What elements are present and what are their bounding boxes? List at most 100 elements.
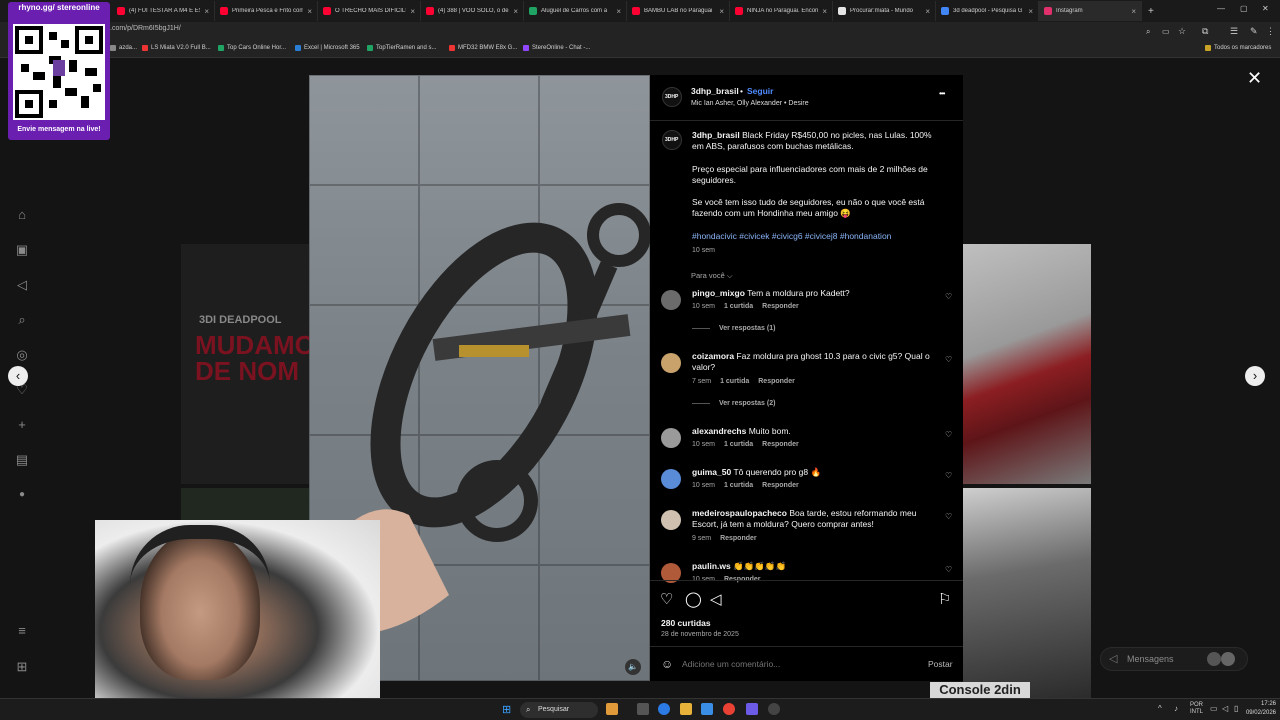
browser-tab[interactable]: Procurar:miata - Mundo × — [833, 1, 936, 21]
reply-button[interactable]: Responder — [762, 303, 799, 310]
close-modal-icon[interactable]: ✕ — [1247, 68, 1262, 89]
tab-close-icon[interactable]: × — [513, 7, 518, 16]
background-post-gauge[interactable] — [963, 488, 1091, 698]
comment-icon[interactable]: ◯ — [685, 590, 702, 608]
direct-icon[interactable]: ◁ — [14, 277, 30, 293]
comment-like-icon[interactable]: ♡ — [945, 355, 952, 364]
comment-like-icon[interactable]: ♡ — [945, 471, 952, 480]
task-view-icon[interactable] — [637, 703, 649, 715]
bookmark-item[interactable]: Top Cars Online Hor... — [218, 45, 286, 51]
new-tab-icon[interactable]: + — [1148, 6, 1154, 17]
tab-close-icon[interactable]: × — [925, 7, 930, 16]
commenter-username[interactable]: alexandrechs — [692, 426, 746, 436]
window-close-icon[interactable]: ✕ — [1262, 4, 1269, 13]
profile-icon[interactable]: ☰ — [1230, 26, 1238, 37]
view-replies-button[interactable]: Ver respostas (2) — [692, 400, 775, 407]
previous-post-icon[interactable]: ‹ — [8, 366, 28, 386]
meta-apps-icon[interactable]: ⊞ — [14, 659, 30, 675]
tab-close-icon[interactable]: × — [1028, 7, 1033, 16]
tab-close-icon[interactable]: × — [616, 7, 621, 16]
all-bookmarks-folder[interactable]: Todos os marcadores — [1205, 45, 1271, 51]
tray-chevron-icon[interactable]: ^ — [1158, 704, 1162, 713]
caption-username[interactable]: 3dhp_brasil — [692, 130, 740, 140]
bookmark-star-icon[interactable]: ☆ — [1178, 26, 1186, 37]
audio-credit[interactable]: Mic Ian Asher, Olly Alexander • Desire — [691, 100, 809, 107]
reply-button[interactable]: Responder — [720, 535, 757, 542]
edge-icon[interactable] — [658, 703, 670, 715]
comment-likes[interactable]: 1 curtida — [724, 482, 753, 489]
next-post-icon[interactable]: › — [1245, 366, 1265, 386]
file-explorer-icon[interactable] — [680, 703, 692, 715]
author-avatar[interactable]: 3DHP — [662, 87, 682, 107]
browser-tab[interactable]: 3d deadpool - Pesquisa G × — [936, 1, 1039, 21]
url-field[interactable]: .com/p/DRm6I5bgJ1H/ — [110, 25, 181, 32]
caption-avatar[interactable]: 3DHP — [662, 130, 682, 150]
cast-icon[interactable]: ▭ — [1162, 27, 1170, 36]
post-comment-button[interactable]: Postar — [928, 659, 953, 670]
comment-likes[interactable]: 1 curtida — [724, 441, 753, 448]
comment-like-icon[interactable]: ♡ — [945, 292, 952, 301]
messages-pill[interactable]: ◁ Mensagens — [1100, 647, 1248, 671]
reply-button[interactable]: Responder — [762, 482, 799, 489]
tab-close-icon[interactable]: × — [719, 7, 724, 16]
menu-icon[interactable]: ⋮ — [1266, 26, 1275, 37]
create-icon[interactable]: + — [14, 417, 30, 433]
reply-button[interactable]: Responder — [758, 378, 795, 385]
comment-input[interactable] — [682, 657, 902, 671]
network-icon[interactable]: ▭ — [1210, 704, 1218, 713]
bookmark-item[interactable]: StereOnline - Chat -... — [523, 45, 590, 51]
commenter-username[interactable]: guima_50 — [692, 467, 731, 477]
taskbar-search[interactable]: ⌕ Pesquisar — [520, 702, 598, 718]
commenter-avatar[interactable] — [661, 428, 681, 448]
bookmark-item[interactable]: Excel | Microsoft 365 — [295, 45, 360, 51]
commenter-avatar[interactable] — [661, 469, 681, 489]
bookmark-item[interactable]: MFD32 BMW E8x G... — [449, 45, 517, 51]
browser-tab[interactable]: Instagram × — [1039, 1, 1142, 21]
commenter-username[interactable]: paulin.ws — [692, 561, 731, 571]
windows-start-icon[interactable]: ⊞ — [502, 703, 511, 716]
more-menu-icon[interactable]: ≡ — [14, 623, 30, 639]
browser-tab[interactable]: Aluguel de Carros com a × — [524, 1, 627, 21]
chrome-icon[interactable] — [723, 703, 735, 715]
tab-close-icon[interactable]: × — [204, 7, 209, 16]
bookmark-item[interactable]: TopTierRamen and s... — [367, 45, 436, 51]
comment-like-icon[interactable]: ♡ — [945, 430, 952, 439]
commenter-username[interactable]: pingo_mixgo — [692, 288, 745, 298]
volume-icon[interactable]: ◁ — [1222, 704, 1228, 713]
emoji-icon[interactable]: ☺ — [661, 657, 673, 671]
commenter-username[interactable]: coizamora — [692, 351, 734, 361]
store-icon[interactable] — [701, 703, 713, 715]
extensions-icon[interactable]: ⧉ — [1202, 26, 1208, 37]
bookmark-item[interactable]: LS Miata V2.0 Full B... — [142, 45, 211, 51]
language-indicator[interactable]: POR INTL — [1190, 702, 1204, 716]
mute-icon[interactable]: 🔈 — [625, 659, 641, 675]
reels-icon[interactable]: ▣ — [14, 242, 30, 258]
clock-date[interactable]: 09/02/2026 — [1238, 710, 1276, 716]
save-icon[interactable]: ⚐ — [938, 590, 951, 608]
browser-tab[interactable]: Primeira Pesca e Frito com × — [215, 1, 318, 21]
browser-tab[interactable]: (4) 388 | VOO SOLO, o de × — [421, 1, 524, 21]
edit-icon[interactable]: ✎ — [1250, 26, 1258, 37]
minimize-icon[interactable]: — — [1217, 4, 1225, 13]
profile-avatar-icon[interactable]: ● — [14, 487, 30, 503]
browser-tab[interactable]: NINJA no Paraguai. Encon × — [730, 1, 833, 21]
commenter-username[interactable]: medeirospaulopacheco — [692, 508, 787, 518]
tab-close-icon[interactable]: × — [822, 7, 827, 16]
browser-tab[interactable]: BAMBU LAB no Paraguai × — [627, 1, 730, 21]
search-nav-icon[interactable]: ⌕ — [14, 312, 30, 328]
commenter-avatar[interactable] — [661, 510, 681, 530]
maximize-icon[interactable]: ▢ — [1240, 4, 1248, 13]
browser-tab[interactable]: (4) FUI TESTAR A M4 E ES × — [112, 1, 215, 21]
dashboard-icon[interactable]: ▤ — [14, 452, 30, 468]
search-icon[interactable]: ⌕ — [1146, 27, 1150, 37]
browser-tab[interactable]: O TRECHO MAIS DIFÍCIL! × — [318, 1, 421, 21]
comment-likes[interactable]: 1 curtida — [724, 303, 753, 310]
share-icon[interactable]: ◁ — [710, 590, 722, 608]
more-options-icon[interactable]: ••• — [939, 89, 945, 98]
follow-button[interactable]: Seguir — [747, 86, 773, 97]
mic-icon[interactable]: ♪ — [1174, 704, 1178, 713]
tab-close-icon[interactable]: × — [307, 7, 312, 16]
caption-hashtags[interactable]: #hondacivic #civicek #civicg6 #civicej8 … — [692, 231, 942, 242]
taskbar-widget-icon[interactable] — [606, 703, 618, 715]
explore-icon[interactable]: ◎ — [14, 347, 30, 363]
